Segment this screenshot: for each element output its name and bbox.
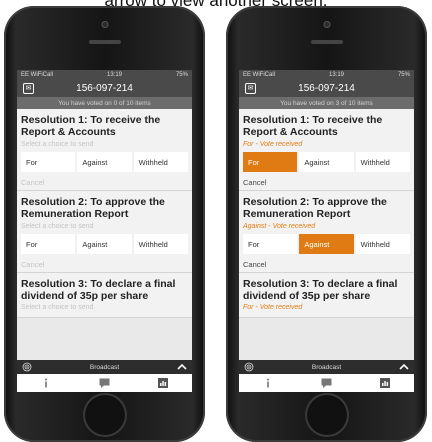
battery-label: 75% [175,72,188,78]
tab-info[interactable] [262,377,274,389]
clock-label: 13:19 [328,72,344,78]
choice-withheld-button[interactable]: Withheld [355,234,410,254]
choice-for-button[interactable]: For [21,234,76,254]
resolution-title: Resolution 1: To receive the Report & Ac… [21,114,161,138]
choice-group: For Against Withheld [243,234,410,254]
resolution-title: Resolution 3: To declare a final dividen… [21,278,176,302]
broadcast-label: Broadcast [311,363,342,371]
broadcast-bar[interactable]: Broadcast [17,360,192,374]
tab-info[interactable] [40,377,52,389]
info-icon [45,378,48,388]
choice-for-button[interactable]: For [243,152,298,172]
voted-count-banner: You have voted on 3 of 10 items [239,97,414,109]
tab-chat[interactable] [320,377,332,389]
resolution-title: Resolution 3: To declare a final dividen… [243,278,398,302]
phone-frame-right: EE WiFiCall 13:19 75% ✉ 156-097-214 You … [226,6,427,442]
app-logo-icon[interactable]: ✉ [245,83,256,94]
chart-icon [157,378,168,388]
info-icon [267,378,270,388]
tab-bar [17,374,192,392]
cancel-button[interactable]: Cancel [243,176,410,190]
cancel-button[interactable]: Cancel [243,258,410,272]
broadcast-antenna-icon [22,362,32,372]
resolution-card: Resolution 3: To declare a final dividen… [239,273,414,318]
clock-label: 13:19 [106,72,122,78]
battery-label: 75% [397,72,410,78]
app-screen-left: EE WiFiCall 13:19 75% ✉ 156-097-214 You … [17,70,192,392]
choice-group: For Against Withheld [21,152,188,172]
app-header: ✉ 156-097-214 [17,80,192,97]
choice-against-button[interactable]: Against [299,152,354,172]
choice-group: For Against Withheld [21,234,188,254]
choice-withheld-button[interactable]: Withheld [355,152,410,172]
broadcast-bar[interactable]: Broadcast [239,360,414,374]
tab-results[interactable] [157,377,169,389]
front-camera [101,21,108,28]
chart-icon [379,378,390,388]
home-button[interactable] [304,393,349,437]
resolution-status: For - Vote received [243,141,303,148]
broadcast-antenna-icon [244,362,254,372]
choice-for-button[interactable]: For [243,234,298,254]
cancel-button[interactable]: Cancel [21,176,188,190]
resolution-card: Resolution 2: To approve the Remuneratio… [239,191,414,273]
cancel-button[interactable]: Cancel [21,258,188,272]
app-screen-right: EE WiFiCall 13:19 75% ✉ 156-097-214 You … [239,70,414,392]
carrier-label: EE WiFiCall [21,72,54,78]
resolution-card: Resolution 1: To receive the Report & Ac… [239,109,414,191]
meeting-id-title: 156-097-214 [298,83,355,94]
voted-count-banner: You have voted on 0 of 10 items [17,97,192,109]
app-header: ✉ 156-097-214 [239,80,414,97]
app-logo-icon[interactable]: ✉ [23,83,34,94]
choice-against-button[interactable]: Against [77,152,132,172]
resolution-status: For - Vote received [243,304,303,311]
chevron-up-icon[interactable] [177,363,187,371]
status-bar: EE WiFiCall 13:19 75% [17,70,192,80]
earpiece-speaker [88,40,121,44]
chat-icon [99,378,110,388]
front-camera [323,21,330,28]
resolution-card: Resolution 2: To approve the Remuneratio… [17,191,192,273]
resolution-status: Select a choice to send [21,141,94,148]
choice-against-button[interactable]: Against [77,234,132,254]
resolution-card: Resolution 1: To receive the Report & Ac… [17,109,192,191]
meeting-id-title: 156-097-214 [76,83,133,94]
resolution-card: Resolution 3: To declare a final dividen… [17,273,192,318]
chevron-up-icon[interactable] [399,363,409,371]
choice-group: For Against Withheld [243,152,410,172]
resolution-status: Select a choice to send [21,223,94,230]
chat-icon [321,378,332,388]
broadcast-label: Broadcast [89,363,120,371]
carrier-label: EE WiFiCall [243,72,276,78]
tab-chat[interactable] [98,377,110,389]
status-bar: EE WiFiCall 13:19 75% [239,70,414,80]
home-button[interactable] [82,393,127,437]
phone-frame-left: EE WiFiCall 13:19 75% ✉ 156-097-214 You … [4,6,205,442]
choice-withheld-button[interactable]: Withheld [133,234,188,254]
choice-for-button[interactable]: For [21,152,76,172]
choice-against-button[interactable]: Against [299,234,354,254]
tab-results[interactable] [379,377,391,389]
resolution-title: Resolution 1: To receive the Report & Ac… [243,114,383,138]
resolution-title: Resolution 2: To approve the Remuneratio… [243,196,387,220]
resolution-status: Select a choice to send [21,304,94,311]
choice-withheld-button[interactable]: Withheld [133,152,188,172]
tab-bar [239,374,414,392]
resolution-title: Resolution 2: To approve the Remuneratio… [21,196,165,220]
resolution-status: Against - Vote received [243,223,316,230]
earpiece-speaker [310,40,343,44]
